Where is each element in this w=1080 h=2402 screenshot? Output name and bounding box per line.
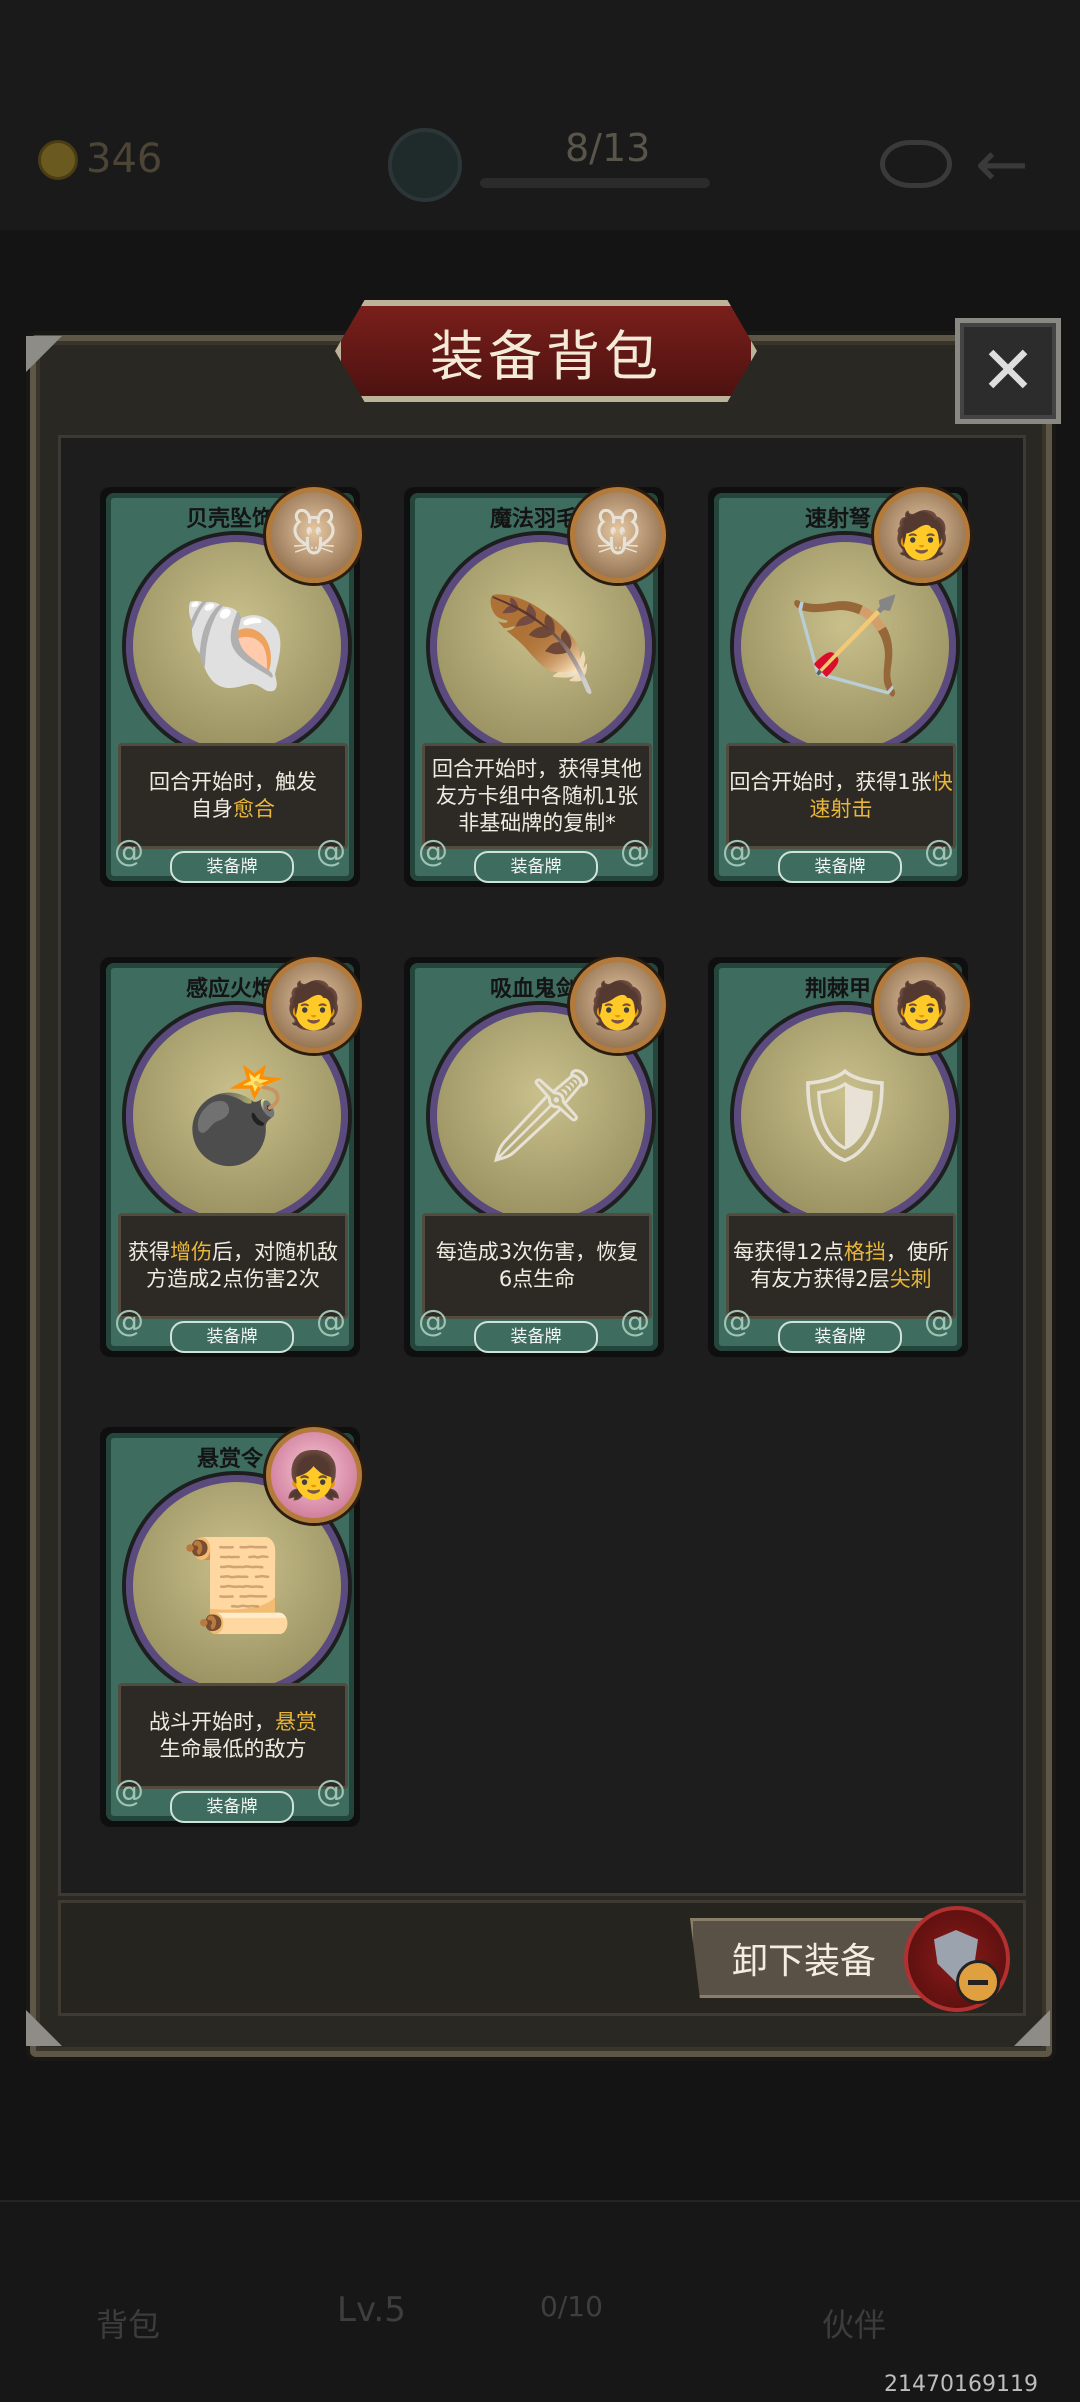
equipment-card[interactable]: 魔法羽毛 🪶 🐭 回合开始时，获得其他友方卡组中各随机1张非基础牌的复制* @ …	[404, 487, 666, 887]
equipment-card[interactable]: 速射弩 🏹 🧑 回合开始时，获得1张快速射击 @ @ 装备牌	[708, 487, 970, 887]
card-frame: 悬赏令 📜 👧 战斗开始时，悬赏 生命最低的敌方 @ @ 装备牌	[106, 1427, 362, 1823]
desc-text: 回合开始时，获得1张	[729, 770, 932, 794]
unequip-button[interactable]: 卸下装备	[690, 1918, 936, 1998]
bag-label: 背包	[96, 2306, 161, 2344]
page-title: 装备背包	[430, 324, 662, 388]
keyword-damage-up: 增伤	[170, 1240, 212, 1264]
equipment-card[interactable]: 荆棘甲 🛡 🧑 每获得12点格挡，使所有友方获得2层尖刺 @ @ 装备牌	[708, 957, 970, 1357]
background-hud	[0, 0, 1080, 230]
swirl-ornament-icon: @	[418, 1304, 448, 1339]
unequip-shield-icon[interactable]	[904, 1906, 1010, 2012]
equipment-card[interactable]: 贝壳坠饰 🐚 🐭 回合开始时，触发 自身愈合 @ @ 装备牌	[100, 487, 362, 887]
card-type-tag: 装备牌	[778, 1321, 902, 1353]
desc-text: 自身	[191, 797, 233, 821]
hero-portrait-icon: 👧	[266, 1427, 362, 1523]
round-icon	[388, 128, 462, 202]
card-description: 每造成3次伤害，恢复6点生命	[422, 1213, 652, 1319]
swirl-ornament-icon: @	[722, 1304, 752, 1339]
card-description: 回合开始时，获得1张快速射击	[726, 743, 956, 849]
level-label: Lv.5	[337, 2290, 406, 2330]
card-description: 战斗开始时，悬赏 生命最低的敌方	[118, 1683, 348, 1789]
swirl-ornament-icon: @	[418, 834, 448, 869]
swirl-ornament-icon: @	[620, 834, 650, 869]
eye-icon	[880, 140, 952, 188]
swirl-ornament-icon: @	[924, 834, 954, 869]
card-description: 回合开始时，获得其他友方卡组中各随机1张非基础牌的复制*	[422, 743, 652, 849]
gold-count: 346	[86, 136, 163, 182]
card-type-tag: 装备牌	[170, 1321, 294, 1353]
swirl-ornament-icon: @	[620, 1304, 650, 1339]
card-frame: 贝壳坠饰 🐚 🐭 回合开始时，触发 自身愈合 @ @ 装备牌	[106, 487, 362, 883]
card-frame: 感应火炮 💣 🧑 获得增伤后，对随机敌方造成2点伤害2次 @ @ 装备牌	[106, 957, 362, 1353]
close-button[interactable]: ✕	[955, 318, 1061, 424]
keyword-bounty: 悬赏	[275, 1710, 317, 1734]
card-frame: 速射弩 🏹 🧑 回合开始时，获得1张快速射击 @ @ 装备牌	[714, 487, 970, 883]
partner-label: 伙伴	[822, 2306, 887, 2344]
hero-portrait-icon: 🐭	[266, 487, 362, 583]
swirl-ornament-icon: @	[924, 1304, 954, 1339]
swirl-ornament-icon: @	[316, 1304, 346, 1339]
card-type-tag: 装备牌	[170, 1791, 294, 1823]
swirl-ornament-icon: @	[722, 834, 752, 869]
card-type-tag: 装备牌	[474, 1321, 598, 1353]
desc-text: 每获得12点	[733, 1240, 844, 1264]
minus-icon	[956, 1960, 1000, 2004]
swirl-ornament-icon: @	[316, 1774, 346, 1809]
back-arrow-icon: ←	[975, 128, 1029, 202]
card-description: 获得增伤后，对随机敌方造成2点伤害2次	[118, 1213, 348, 1319]
progress-bar	[480, 178, 710, 188]
hero-portrait-icon: 🐭	[570, 487, 666, 583]
exp-label: 0/10	[540, 2290, 603, 2323]
card-frame: 荆棘甲 🛡 🧑 每获得12点格挡，使所有友方获得2层尖刺 @ @ 装备牌	[714, 957, 970, 1353]
hero-portrait-icon: 🧑	[266, 957, 362, 1053]
desc-text: 回合开始时，获得其他友方卡组中各随机1张非基础牌的复制*	[432, 756, 642, 835]
card-type-tag: 装备牌	[778, 851, 902, 883]
progress-text: 8/13	[565, 126, 651, 170]
swirl-ornament-icon: @	[114, 834, 144, 869]
hero-portrait-icon: 🧑	[874, 957, 970, 1053]
equipment-card[interactable]: 悬赏令 📜 👧 战斗开始时，悬赏 生命最低的敌方 @ @ 装备牌	[100, 1427, 362, 1827]
watermark-id: 21470169119	[884, 2372, 1038, 2397]
hero-portrait-icon: 🧑	[570, 957, 666, 1053]
coin-icon	[38, 140, 78, 180]
card-description: 每获得12点格挡，使所有友方获得2层尖刺	[726, 1213, 956, 1319]
swirl-ornament-icon: @	[316, 834, 346, 869]
card-type-tag: 装备牌	[170, 851, 294, 883]
card-type-tag: 装备牌	[474, 851, 598, 883]
desc-text: 获得	[128, 1240, 170, 1264]
equipment-card[interactable]: 感应火炮 💣 🧑 获得增伤后，对随机敌方造成2点伤害2次 @ @ 装备牌	[100, 957, 362, 1357]
keyword-block: 格挡	[843, 1240, 886, 1264]
desc-text: 生命最低的敌方	[159, 1737, 307, 1761]
card-frame: 吸血鬼剑 🗡 🧑 每造成3次伤害，恢复6点生命 @ @ 装备牌	[410, 957, 666, 1353]
desc-text: 回合开始时，触发	[149, 770, 317, 794]
title-banner: 装备背包	[335, 300, 757, 402]
hero-portrait-icon: 🧑	[874, 487, 970, 583]
keyword-heal: 愈合	[233, 797, 275, 821]
equipment-card[interactable]: 吸血鬼剑 🗡 🧑 每造成3次伤害，恢复6点生命 @ @ 装备牌	[404, 957, 666, 1357]
swirl-ornament-icon: @	[114, 1774, 144, 1809]
unequip-label: 卸下装备	[731, 1941, 876, 1982]
close-icon: ✕	[980, 332, 1036, 409]
card-frame: 魔法羽毛 🪶 🐭 回合开始时，获得其他友方卡组中各随机1张非基础牌的复制* @ …	[410, 487, 666, 883]
desc-text: 战斗开始时，	[149, 1710, 275, 1734]
card-description: 回合开始时，触发 自身愈合	[118, 743, 348, 849]
desc-text: 每造成3次伤害，恢复6点生命	[435, 1240, 639, 1291]
swirl-ornament-icon: @	[114, 1304, 144, 1339]
keyword-spikes: 尖刺	[889, 1267, 932, 1291]
